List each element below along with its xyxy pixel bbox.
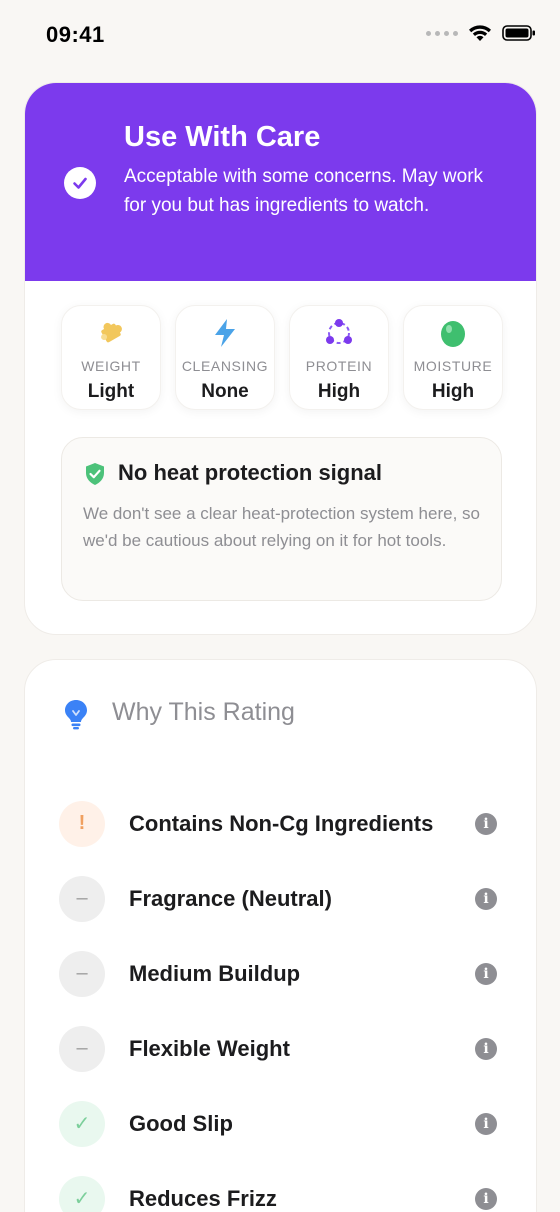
list-item[interactable]: ✓ Reduces Frizz i	[59, 1161, 505, 1212]
metric-label: WEIGHT	[81, 358, 141, 374]
status-bar: 09:41	[0, 0, 560, 72]
metrics-row: WEIGHT Light CLEANSING None PROTEIN High…	[61, 305, 503, 410]
lightbulb-icon	[63, 698, 89, 735]
metric-label: CLEANSING	[181, 358, 269, 374]
status-time: 09:41	[46, 22, 105, 47]
metric-value: High	[317, 381, 361, 402]
checkmark-icon: ✓	[59, 1100, 105, 1147]
checkmark-icon: ✓	[59, 1175, 105, 1212]
list-item[interactable]: – Medium Buildup i	[59, 936, 505, 1011]
status-icons	[426, 24, 536, 42]
warning-icon: !	[59, 800, 105, 847]
metric-label: MOISTURE	[413, 358, 493, 374]
reason-list: ! Contains Non-Cg Ingredients i – Fragra…	[59, 786, 505, 1212]
why-rating-card: Why This Rating ! Contains Non-Cg Ingred…	[24, 659, 537, 1212]
cellular-signal-icon	[426, 30, 458, 36]
metric-label: PROTEIN	[305, 358, 373, 374]
info-icon[interactable]: i	[475, 812, 497, 835]
metric-moisture[interactable]: MOISTURE High	[403, 305, 503, 410]
metric-value: None	[201, 381, 249, 402]
info-icon[interactable]: i	[475, 887, 497, 910]
droplet-icon	[438, 318, 468, 348]
reason-label: Good Slip	[129, 1110, 233, 1136]
puzzle-icon	[95, 318, 127, 348]
battery-icon	[502, 25, 535, 41]
why-rating-title: Why This Rating	[112, 698, 295, 726]
list-item[interactable]: – Flexible Weight i	[59, 1011, 505, 1086]
dash-icon: –	[59, 1025, 105, 1072]
check-circle-icon	[64, 167, 96, 199]
list-item[interactable]: – Fragrance (Neutral) i	[59, 861, 505, 936]
info-icon[interactable]: i	[475, 1037, 497, 1060]
reason-label: Flexible Weight	[129, 1035, 290, 1061]
reason-label: Reduces Frizz	[129, 1185, 277, 1211]
verdict-description: Acceptable with some concerns. May work …	[124, 166, 484, 216]
list-item[interactable]: ✓ Good Slip i	[59, 1086, 505, 1161]
metric-weight[interactable]: WEIGHT Light	[61, 305, 161, 410]
reason-label: Medium Buildup	[129, 960, 301, 986]
metric-value: Light	[87, 381, 135, 402]
info-icon[interactable]: i	[475, 1112, 497, 1135]
wifi-icon	[469, 25, 491, 41]
dash-icon: –	[59, 950, 105, 997]
bolt-icon	[212, 318, 238, 348]
molecule-icon	[323, 318, 355, 348]
info-icon[interactable]: i	[475, 962, 497, 985]
metric-value: High	[431, 381, 475, 402]
verdict-banner: Use With Care Acceptable with some conce…	[25, 83, 536, 281]
heat-protection-box: No heat protection signal We don't see a…	[61, 437, 502, 601]
heat-title: No heat protection signal	[118, 460, 383, 485]
reason-label: Contains Non-Cg Ingredients	[129, 810, 434, 836]
list-item[interactable]: ! Contains Non-Cg Ingredients i	[59, 786, 505, 861]
shield-icon	[84, 462, 106, 491]
verdict-card: Use With Care Acceptable with some conce…	[24, 82, 537, 635]
reason-label: Fragrance (Neutral)	[129, 885, 332, 911]
verdict-title: Use With Care	[124, 121, 321, 153]
metric-cleansing[interactable]: CLEANSING None	[175, 305, 275, 410]
metric-protein[interactable]: PROTEIN High	[289, 305, 389, 410]
info-icon[interactable]: i	[475, 1187, 497, 1210]
heat-description: We don't see a clear heat-protection sys…	[83, 504, 480, 550]
dash-icon: –	[59, 875, 105, 922]
